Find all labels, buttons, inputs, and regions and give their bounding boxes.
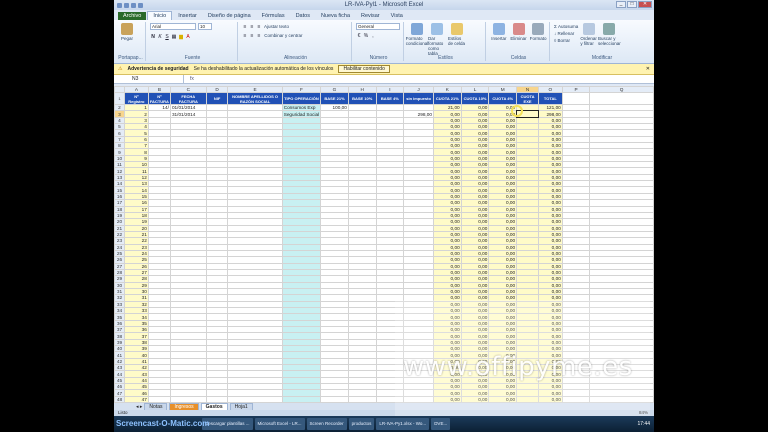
font-name-combo[interactable]: Arial <box>150 23 196 30</box>
italic-icon[interactable]: K <box>157 34 163 40</box>
group-editing: Σ Autosuma ↓ Rellenar ◊ Borrar Ordenar y… <box>554 23 621 61</box>
column-label[interactable]: FECHA FACTURA <box>169 92 207 105</box>
tab-review[interactable]: Revisar <box>356 12 385 20</box>
taskbar-item-browser[interactable]: Descargar plantillas ... <box>202 418 253 430</box>
cell[interactable]: Seguridad Social <box>281 110 322 118</box>
taskbar-item-other[interactable]: DVE... <box>431 418 451 430</box>
align-left-icon[interactable]: ≡ <box>242 33 248 39</box>
number-format-combo[interactable]: General <box>356 23 400 30</box>
screencast-logo: Screencast-O-Matic.com <box>116 419 210 428</box>
font-size-combo[interactable]: 10 <box>198 23 212 30</box>
taskbar-item-productos[interactable]: productos <box>348 418 375 430</box>
group-clipboard: Pegar Portapap... <box>116 22 146 61</box>
group-font: Arial 10 N K S ▦ ▆ A Fuente <box>148 22 238 61</box>
column-label[interactable]: TIPO OPERACIÓN <box>281 92 322 105</box>
currency-icon[interactable]: € <box>356 33 362 39</box>
thousands-icon[interactable]: , <box>370 33 376 39</box>
delete-cells-icon <box>512 23 525 35</box>
autosum-button[interactable]: Σ Autosuma <box>554 23 578 30</box>
tab-new[interactable]: Nueva ficha <box>316 12 355 20</box>
column-label[interactable]: BASE 4% <box>375 92 405 105</box>
sheet-nav-icon[interactable]: ◂ ▸ <box>136 404 142 410</box>
title-bar: LR-IVA-Pyl1 - Microsoft Excel _ □ ✕ <box>114 0 654 10</box>
font-color-icon[interactable]: A <box>185 34 191 40</box>
percent-icon[interactable]: % <box>363 33 369 39</box>
security-title: Advertencia de seguridad <box>127 66 189 72</box>
column-label[interactable]: CUOTA EXE <box>516 92 539 105</box>
fill-color-icon[interactable]: ▆ <box>178 34 184 40</box>
align-center-icon[interactable]: ≡ <box>249 33 255 39</box>
column-label[interactable]: sin impuesto <box>403 92 434 105</box>
minimize-button[interactable]: _ <box>616 1 626 8</box>
table-icon <box>431 23 443 35</box>
shield-icon: ⚠ <box>118 66 123 72</box>
binoculars-icon <box>603 23 616 35</box>
close-icon[interactable]: ✕ <box>646 66 650 72</box>
column-label[interactable]: CUOTA 4% <box>488 92 518 105</box>
taskbar-item-recorder[interactable]: Screen Recorder <box>306 418 347 430</box>
column-label[interactable]: TOTAL <box>537 92 563 105</box>
tab-page-layout[interactable]: Diseño de página <box>203 12 256 20</box>
underline-icon[interactable]: S <box>164 34 170 40</box>
offipyme-watermark: www.offipyme.es <box>403 352 633 382</box>
row-header[interactable]: 1 <box>114 92 125 105</box>
merge-center-button[interactable]: Combinar y centrar <box>264 33 302 38</box>
clock: 17:44 <box>637 421 650 427</box>
column-label[interactable]: CUOTA 21% <box>432 92 462 105</box>
group-alignment: ≡ ≡ ≡ Ajustar texto ≡ ≡ ≡ Combinar y centrar… <box>240 22 352 61</box>
column-label[interactable]: NIF <box>205 92 229 105</box>
formula-bar: N3 fx <box>114 75 654 84</box>
bold-icon[interactable]: N <box>150 34 156 40</box>
tab-insert[interactable]: Insertar <box>173 12 202 20</box>
close-button[interactable]: ✕ <box>638 1 652 8</box>
sort-icon <box>583 23 596 35</box>
window-title: LR-IVA-Pyl1 - Microsoft Excel <box>344 2 424 8</box>
taskbar-item-word[interactable]: LR-IVA-Py1.xlsx - Wo... <box>376 418 430 430</box>
group-cells: Insertar Eliminar Formato Celdas <box>488 22 550 61</box>
column-label[interactable]: Nº Registro <box>123 92 149 105</box>
align-top-icon[interactable]: ≡ <box>242 24 248 30</box>
column-label[interactable] <box>589 92 654 105</box>
formula-input[interactable] <box>200 75 654 83</box>
security-warning-bar: ⚠ Advertencia de seguridad Se ha deshabi… <box>114 64 654 75</box>
column-label[interactable]: BASE 21% <box>320 92 349 105</box>
taskbar-item-excel[interactable]: Microsoft Excel - LR... <box>254 418 305 430</box>
ribbon: Pegar Portapap... Arial 10 N K S ▦ ▆ A Fuente… <box>114 20 654 64</box>
tab-file[interactable]: Archivo <box>118 12 147 20</box>
clear-button[interactable]: ◊ Borrar <box>554 37 578 44</box>
insert-cells-icon <box>492 23 505 35</box>
ribbon-tabs: Archivo Inicio Insertar Diseño de página… <box>114 10 654 20</box>
group-number: General €%, Número <box>354 22 404 61</box>
align-right-icon[interactable]: ≡ <box>256 33 262 39</box>
enable-content-button[interactable]: Habilitar contenido <box>338 65 390 73</box>
cell[interactable]: Consumos Exp <box>281 103 322 112</box>
align-bottom-icon[interactable]: ≡ <box>256 24 262 30</box>
tab-view[interactable]: Vista <box>386 12 408 20</box>
clipboard-icon <box>121 23 133 35</box>
name-box[interactable]: N3 <box>114 75 184 83</box>
align-middle-icon[interactable]: ≡ <box>249 24 255 30</box>
group-styles: Formato condicional Dar formato como tab… <box>406 22 486 61</box>
fill-button[interactable]: ↓ Rellenar <box>554 30 578 37</box>
tab-formulas[interactable]: Fórmulas <box>257 12 290 20</box>
tab-home[interactable]: Inicio <box>147 11 173 20</box>
maximize-button[interactable]: □ <box>627 1 637 8</box>
mouse-cursor-highlight <box>511 105 523 117</box>
column-label[interactable]: Nº FACTURA <box>147 92 171 105</box>
column-label[interactable]: NOMBRE APELLIDOS O RAZÓN SOCIAL <box>227 92 283 105</box>
column-label[interactable]: BASE 10% <box>347 92 377 105</box>
column-label[interactable] <box>561 92 591 105</box>
fx-icon[interactable]: fx <box>184 76 200 82</box>
wrap-text-button[interactable]: Ajustar texto <box>264 24 289 29</box>
conditional-format-icon <box>411 23 423 35</box>
cell-styles-icon <box>451 23 463 35</box>
borders-icon[interactable]: ▦ <box>171 34 177 40</box>
column-label[interactable]: CUOTA 10% <box>460 92 490 105</box>
format-cells-icon <box>532 23 545 35</box>
security-message: Se ha deshabilitado la actualización aut… <box>193 66 334 72</box>
tab-data[interactable]: Datos <box>291 12 315 20</box>
